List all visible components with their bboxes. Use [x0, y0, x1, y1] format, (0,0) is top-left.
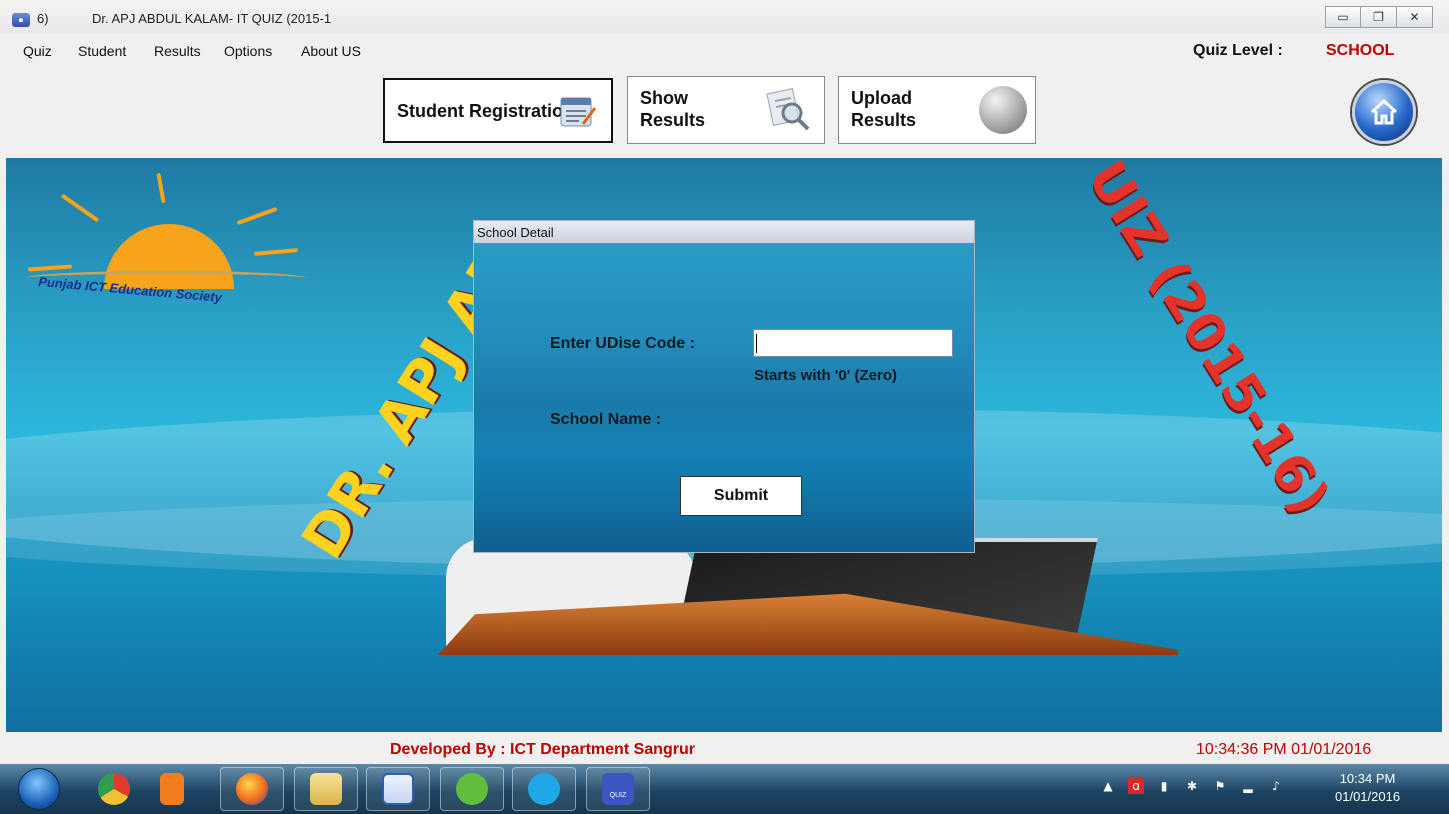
status-strip: Developed By : ICT Department Sangrur 10… [0, 736, 1449, 764]
restore-button[interactable]: ❐ [1361, 6, 1397, 28]
upload-results-line2: Results [851, 110, 917, 130]
action-center-flag-icon[interactable]: ⚑ [1212, 778, 1228, 794]
globe-upload-icon [979, 86, 1027, 134]
quiz-level-label: Quiz Level : [1193, 42, 1283, 59]
system-clock[interactable]: 10:34 PM 01/01/2016 [1335, 770, 1400, 806]
skype-icon [528, 773, 560, 805]
menu-results[interactable]: Results [154, 43, 201, 59]
sun-ray [60, 193, 100, 223]
app-icon: ▪ [12, 13, 30, 27]
sun-ray [236, 206, 278, 226]
taskbar-utorrent[interactable] [440, 767, 504, 811]
quiz-app-icon: QUIZ [602, 773, 634, 805]
folder-icon [310, 773, 342, 805]
taskbar-chrome[interactable] [82, 767, 146, 811]
menu-quiz[interactable]: Quiz [23, 43, 52, 59]
taskbar-quiz-app[interactable]: QUIZ [586, 767, 650, 811]
taskbar-skype[interactable] [512, 767, 576, 811]
taskbar-word[interactable] [366, 767, 430, 811]
window-title: Dr. APJ ABDUL KALAM- IT QUIZ (2015-1 [92, 11, 332, 26]
system-date: 01/01/2016 [1335, 789, 1401, 804]
school-detail-dialog: School Detail Enter UDise Code : Starts … [473, 220, 975, 553]
udise-label: Enter UDise Code : [550, 335, 695, 352]
window-controls: ▭ ❐ ✕ [1325, 6, 1433, 28]
network-signal-icon[interactable]: ▂ [1240, 778, 1256, 794]
menu-student[interactable]: Student [78, 43, 126, 59]
upload-results-label: Upload Results [851, 87, 916, 131]
title-bar: ▪ 6) Dr. APJ ABDUL KALAM- IT QUIZ (2015-… [0, 0, 1449, 34]
chrome-icon [98, 773, 130, 805]
bluetooth-icon[interactable]: ✱ [1184, 778, 1200, 794]
app-clock: 10:34:36 PM 01/01/2016 [1196, 741, 1372, 758]
media-player-icon [160, 773, 184, 805]
school-name-label: School Name : [550, 411, 662, 428]
system-tray: ▲ ɑ ▮ ✱ ⚑ ▂ ♪ [1100, 778, 1284, 794]
menu-about-us[interactable]: About US [301, 43, 361, 59]
show-hidden-icons-icon[interactable]: ▲ [1100, 778, 1116, 794]
dialog-title: School Detail [474, 221, 974, 243]
show-results-line2: Results [640, 110, 706, 130]
developed-by-text: Developed By : ICT Department Sangrur [390, 741, 695, 758]
show-results-line1: Show [640, 88, 688, 108]
text-caret [756, 334, 757, 353]
volume-icon[interactable]: ♪ [1268, 778, 1284, 794]
sun-ray [27, 264, 73, 272]
taskbar-firefox[interactable] [220, 767, 284, 811]
home-button[interactable] [1352, 80, 1416, 144]
close-button[interactable]: ✕ [1397, 6, 1433, 28]
udise-input[interactable] [753, 329, 953, 357]
title-prefix: 6) [37, 11, 49, 26]
student-registration-label: Student Registration [397, 101, 575, 121]
student-registration-button[interactable]: Student Registration [383, 78, 613, 143]
upload-results-button[interactable]: Upload Results [838, 76, 1036, 144]
menu-bar: Quiz Student Results Options About US Qu… [0, 38, 1449, 66]
taskbar-media-player[interactable] [140, 767, 204, 811]
submit-button[interactable]: Submit [680, 476, 802, 516]
start-button[interactable] [18, 768, 60, 810]
antivirus-icon[interactable]: ɑ [1128, 778, 1144, 794]
udise-hint: Starts with '0' (Zero) [754, 367, 897, 384]
system-time: 10:34 PM [1339, 771, 1396, 786]
sun-ray [156, 172, 166, 204]
taskbar-file-explorer[interactable] [294, 767, 358, 811]
registration-form-icon [560, 97, 597, 127]
magnifier-document-icon [766, 88, 810, 131]
upload-results-line1: Upload [851, 88, 912, 108]
battery-icon[interactable]: ▮ [1156, 778, 1172, 794]
word-icon [382, 773, 414, 805]
home-icon [1370, 98, 1398, 125]
utorrent-icon [456, 773, 488, 805]
quiz-level-value: SCHOOL [1326, 42, 1395, 59]
menu-options[interactable]: Options [224, 43, 272, 59]
firefox-icon [236, 773, 268, 805]
taskbar: QUIZ ▲ ɑ ▮ ✱ ⚑ ▂ ♪ 10:34 PM 01/01/2016 [0, 764, 1449, 814]
sun-ray [253, 248, 299, 256]
show-results-button[interactable]: Show Results [627, 76, 825, 144]
show-results-label: Show Results [640, 87, 705, 131]
minimize-button[interactable]: ▭ [1325, 6, 1361, 28]
